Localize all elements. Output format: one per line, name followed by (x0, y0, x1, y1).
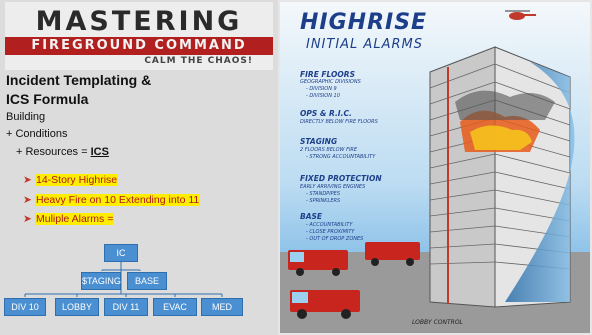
poster-section-title: BASE (300, 212, 323, 221)
poster-title: HIGHRISE (300, 10, 428, 35)
bullet-text: 14-Story Highrise (35, 174, 119, 186)
poster-section-line: DIRECTLY BELOW FIRE FLOORS (300, 119, 378, 125)
poster-section-title: FIRE FLOORS (300, 70, 355, 79)
line-resources: + Resources = ICS (16, 146, 109, 158)
poster-section-line: - ACCOUNTABILITY (306, 222, 353, 228)
org-box-div10: DIV 10 (4, 298, 46, 316)
banner-tagline: CALM THE CHAOS! (144, 56, 253, 66)
poster-section-line: 2 FLOORS BELOW FIRE (300, 147, 358, 153)
line-building: Building (6, 111, 46, 123)
banner-title: MASTERING (35, 6, 243, 37)
org-box-lobby: LOBBY (55, 298, 99, 316)
bullet-item: ➤ Muliple Alarms = (23, 213, 115, 225)
poster-section-title: FIXED PROTECTION (300, 174, 382, 183)
heading-line-2: ICS Formula (6, 91, 89, 107)
poster-section-line: GEOGRAPHIC DIVISIONS (300, 79, 361, 85)
title-banner: MASTERING FIREGROUND COMMAND CALM THE CH… (5, 2, 273, 70)
bullet-text: Heavy Fire on 10 Extending into 11 (35, 194, 201, 206)
poster-section-line: - DIVISION 10 (306, 93, 340, 99)
org-box-med: MED (201, 298, 243, 316)
arrow-bullet-icon: ➤ (23, 174, 32, 186)
slide: MASTERING FIREGROUND COMMAND CALM THE CH… (0, 0, 592, 335)
org-chart: IC $TAGING BASE DIV 10 LOBBY DIV 11 EVAC… (0, 238, 278, 333)
arrow-bullet-icon: ➤ (23, 194, 32, 206)
poster-section-line: - OUT OF DROP ZONES (306, 236, 364, 242)
highrise-poster: HIGHRISE INITIAL ALARMS FIRE FLOORS GEOG… (280, 2, 590, 333)
org-box-staging: $TAGING (81, 272, 121, 290)
org-box-div11: DIV 11 (104, 298, 148, 316)
poster-subtitle: INITIAL ALARMS (306, 37, 423, 52)
bullet-item: ➤ 14-Story Highrise (23, 174, 119, 186)
building (429, 46, 575, 308)
poster-section-line: - STANDPIPES (306, 191, 341, 197)
arrow-bullet-icon: ➤ (23, 213, 32, 225)
org-box-base: BASE (127, 272, 167, 290)
bullet-item: ➤ Heavy Fire on 10 Extending into 11 (23, 194, 201, 206)
poster-section-line: - STRONG ACCOUNTABILITY (306, 154, 376, 160)
banner-subtitle: FIREGROUND COMMAND (31, 38, 247, 53)
line-resources-prefix: + Resources = (16, 146, 91, 158)
org-box-ic: IC (104, 244, 138, 262)
org-box-evac: EVAC (153, 298, 197, 316)
lobby-control-label: LOBBY CONTROL (412, 319, 463, 326)
poster-section-line: - SPRINKLERS (306, 198, 341, 204)
poster-section-title: STAGING (300, 137, 338, 146)
bullet-text: Muliple Alarms = (35, 213, 115, 225)
poster-section-line: EARLY ARRIVING ENGINES (300, 184, 366, 190)
poster-section-title: OPS & R.I.C. (300, 109, 352, 118)
line-conditions: + Conditions (6, 128, 68, 140)
left-panel: MASTERING FIREGROUND COMMAND CALM THE CH… (0, 0, 278, 335)
line-resources-ics: ICS (90, 146, 109, 158)
heading-line-1: Incident Templating & (6, 72, 152, 88)
poster-section-line: - CLOSE PROXIMITY (306, 229, 355, 235)
poster-section-line: - DIVISION 9 (306, 86, 337, 92)
